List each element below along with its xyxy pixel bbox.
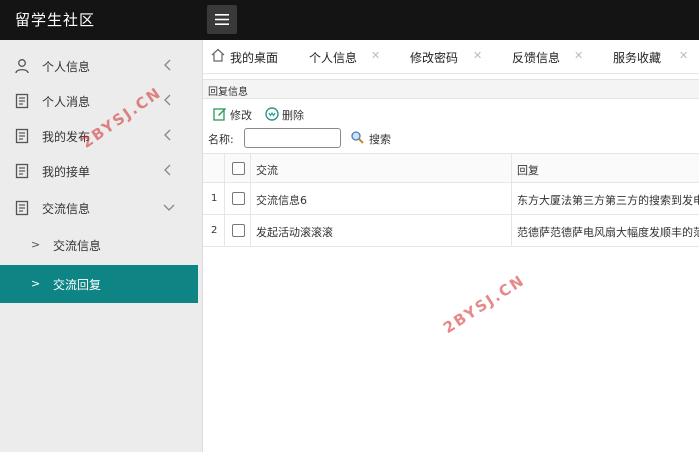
chevron-right-icon: > (31, 238, 41, 251)
delete-label: 删除 (282, 109, 304, 122)
sidebar-subitem-exchange-reply[interactable]: > 交流回复 (0, 265, 198, 303)
table-row[interactable]: 2 发起活动滚滚滚 范德萨范德萨电风扇大幅度发顺丰的范 (203, 215, 699, 247)
chevron-left-icon (164, 129, 171, 141)
sidebar-item-label: 我的接单 (42, 165, 91, 179)
tab-label: 修改密码 (410, 51, 459, 65)
column-header[interactable]: 回复 (512, 154, 699, 182)
document-icon (15, 128, 29, 144)
panel-title-bar: 回复信息 (203, 79, 699, 99)
app-title: 留学生社区 (15, 11, 96, 29)
row-number: 1 (211, 193, 218, 204)
edit-label: 修改 (230, 109, 252, 122)
row-checkbox[interactable] (232, 192, 245, 205)
menu-toggle-button[interactable] (207, 5, 237, 34)
cell-text: 东方大厦法第三方第三方的搜索到发电 (517, 194, 699, 207)
sidebar-item-label: 个人信息 (42, 60, 91, 74)
row-check-cell (225, 215, 251, 246)
row-number: 2 (211, 225, 218, 236)
document-icon (15, 200, 29, 216)
tab-profile[interactable]: 个人信息 ✕ (309, 40, 387, 74)
row-check-cell (225, 183, 251, 214)
tab-label: 我的桌面 (230, 51, 279, 65)
cell-text: 范德萨范德萨电风扇大幅度发顺丰的范 (517, 226, 699, 239)
document-icon (15, 163, 29, 179)
search-label: 名称: (208, 133, 234, 146)
main-panel: 回复信息 修改 删除 名称: 搜索 交流 回复 1 交流信息6 东方大厦法第三方… (203, 79, 699, 452)
tab-change-password[interactable]: 修改密码 ✕ (410, 40, 490, 74)
table-header-row: 交流 回复 (203, 153, 699, 183)
sidebar-subitem-exchange-info[interactable]: > 交流信息 (0, 226, 198, 264)
edit-icon (213, 108, 226, 121)
table-cell: 东方大厦法第三方第三方的搜索到发电 (512, 183, 699, 214)
tab-desktop[interactable]: 我的桌面 (211, 40, 293, 74)
sidebar-subitem-label: 交流回复 (53, 278, 102, 292)
tab-feedback[interactable]: 反馈信息 ✕ (512, 40, 592, 74)
sidebar-item-profile[interactable]: 个人信息 (0, 49, 198, 83)
hamburger-icon (215, 14, 229, 25)
row-checkbox[interactable] (232, 224, 245, 237)
sidebar: 个人信息 个人消息 我的发布 我的接单 交流信息 > 交流信息 > 交流回复 (0, 40, 203, 452)
header-check-cell (225, 154, 251, 182)
row-num-cell: 1 (203, 183, 225, 214)
cell-text: 交流信息6 (256, 194, 307, 207)
column-header-label: 交流 (256, 164, 278, 177)
close-icon[interactable]: ✕ (679, 49, 688, 62)
table-cell: 交流信息6 (251, 183, 512, 214)
table-row[interactable]: 1 交流信息6 东方大厦法第三方第三方的搜索到发电 (203, 183, 699, 215)
tab-favorites[interactable]: 服务收藏 ✕ (613, 40, 699, 74)
user-icon (15, 59, 29, 74)
chevron-right-icon: > (31, 277, 41, 290)
close-icon[interactable]: ✕ (371, 49, 380, 62)
chevron-left-icon (164, 94, 171, 106)
sidebar-item-my-posts[interactable]: 我的发布 (0, 119, 198, 153)
search-icon (351, 131, 364, 144)
chevron-left-icon (164, 164, 171, 176)
top-bar: 留学生社区 (0, 0, 699, 40)
select-all-checkbox[interactable] (232, 162, 245, 175)
chevron-left-icon (164, 59, 171, 71)
table-cell: 发起活动滚滚滚 (251, 215, 512, 246)
sidebar-item-exchange[interactable]: 交流信息 (0, 191, 198, 225)
header-num-cell (203, 154, 225, 182)
tab-label: 服务收藏 (613, 51, 662, 65)
close-icon[interactable]: ✕ (473, 49, 482, 62)
search-button[interactable]: 搜索 (350, 130, 396, 148)
close-icon[interactable]: ✕ (574, 49, 583, 62)
panel-title: 回复信息 (208, 87, 248, 98)
edit-button[interactable]: 修改 (213, 106, 253, 124)
search-input[interactable] (244, 128, 341, 148)
cell-text: 发起活动滚滚滚 (256, 226, 333, 239)
sidebar-subitem-label: 交流信息 (53, 239, 102, 253)
tab-label: 个人信息 (309, 51, 358, 65)
column-header[interactable]: 交流 (251, 154, 512, 182)
search-button-label: 搜索 (369, 133, 391, 146)
document-icon (15, 93, 29, 109)
sidebar-item-label: 个人消息 (42, 95, 91, 109)
sidebar-item-messages[interactable]: 个人消息 (0, 84, 198, 118)
sidebar-item-label: 交流信息 (42, 202, 91, 216)
row-num-cell: 2 (203, 215, 225, 246)
table-cell: 范德萨范德萨电风扇大幅度发顺丰的范 (512, 215, 699, 246)
tab-bar: 我的桌面 个人信息 ✕ 修改密码 ✕ 反馈信息 ✕ 服务收藏 ✕ (203, 40, 699, 74)
delete-icon (265, 107, 279, 121)
sidebar-item-label: 我的发布 (42, 130, 91, 144)
chevron-down-icon (163, 204, 175, 211)
column-header-label: 回复 (517, 164, 539, 177)
delete-button[interactable]: 删除 (265, 106, 307, 124)
sidebar-item-my-orders[interactable]: 我的接单 (0, 154, 198, 188)
tab-label: 反馈信息 (512, 51, 561, 65)
home-icon (211, 48, 225, 62)
